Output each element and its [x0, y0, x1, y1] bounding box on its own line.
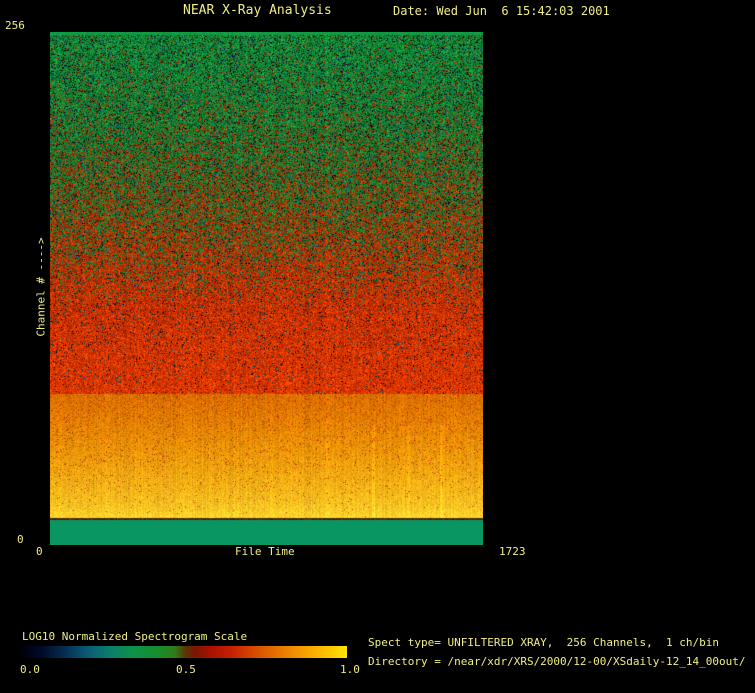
spect-type-info: Spect type= UNFILTERED XRAY, 256 Channel… — [368, 636, 719, 649]
spectrogram-image — [50, 32, 483, 545]
colorbar-tick-mid: 0.5 — [176, 663, 196, 676]
colorbar-tick-min: 0.0 — [20, 663, 40, 676]
y-axis-max-label: 256 — [5, 19, 25, 32]
y-axis-min-label: 0 — [17, 533, 24, 546]
directory-info: Directory = /near/xdr/XRS/2000/12-00/XSd… — [368, 655, 746, 668]
near-xray-analysis-window: NEAR X-Ray Analysis Date: Wed Jun 6 15:4… — [0, 0, 755, 693]
page-title: NEAR X-Ray Analysis — [183, 3, 332, 18]
y-axis-title: Channel # ----> — [34, 237, 48, 337]
colorbar-gradient — [22, 646, 347, 658]
x-axis-max-label: 1723 — [499, 545, 526, 558]
x-axis-min-label: 0 — [36, 545, 43, 558]
date-label: Date: Wed Jun 6 15:42:03 2001 — [393, 4, 610, 18]
colorbar-label: LOG10 Normalized Spectrogram Scale — [22, 630, 248, 643]
x-axis-title: File Time — [235, 545, 295, 558]
colorbar-tick-max: 1.0 — [340, 663, 360, 676]
